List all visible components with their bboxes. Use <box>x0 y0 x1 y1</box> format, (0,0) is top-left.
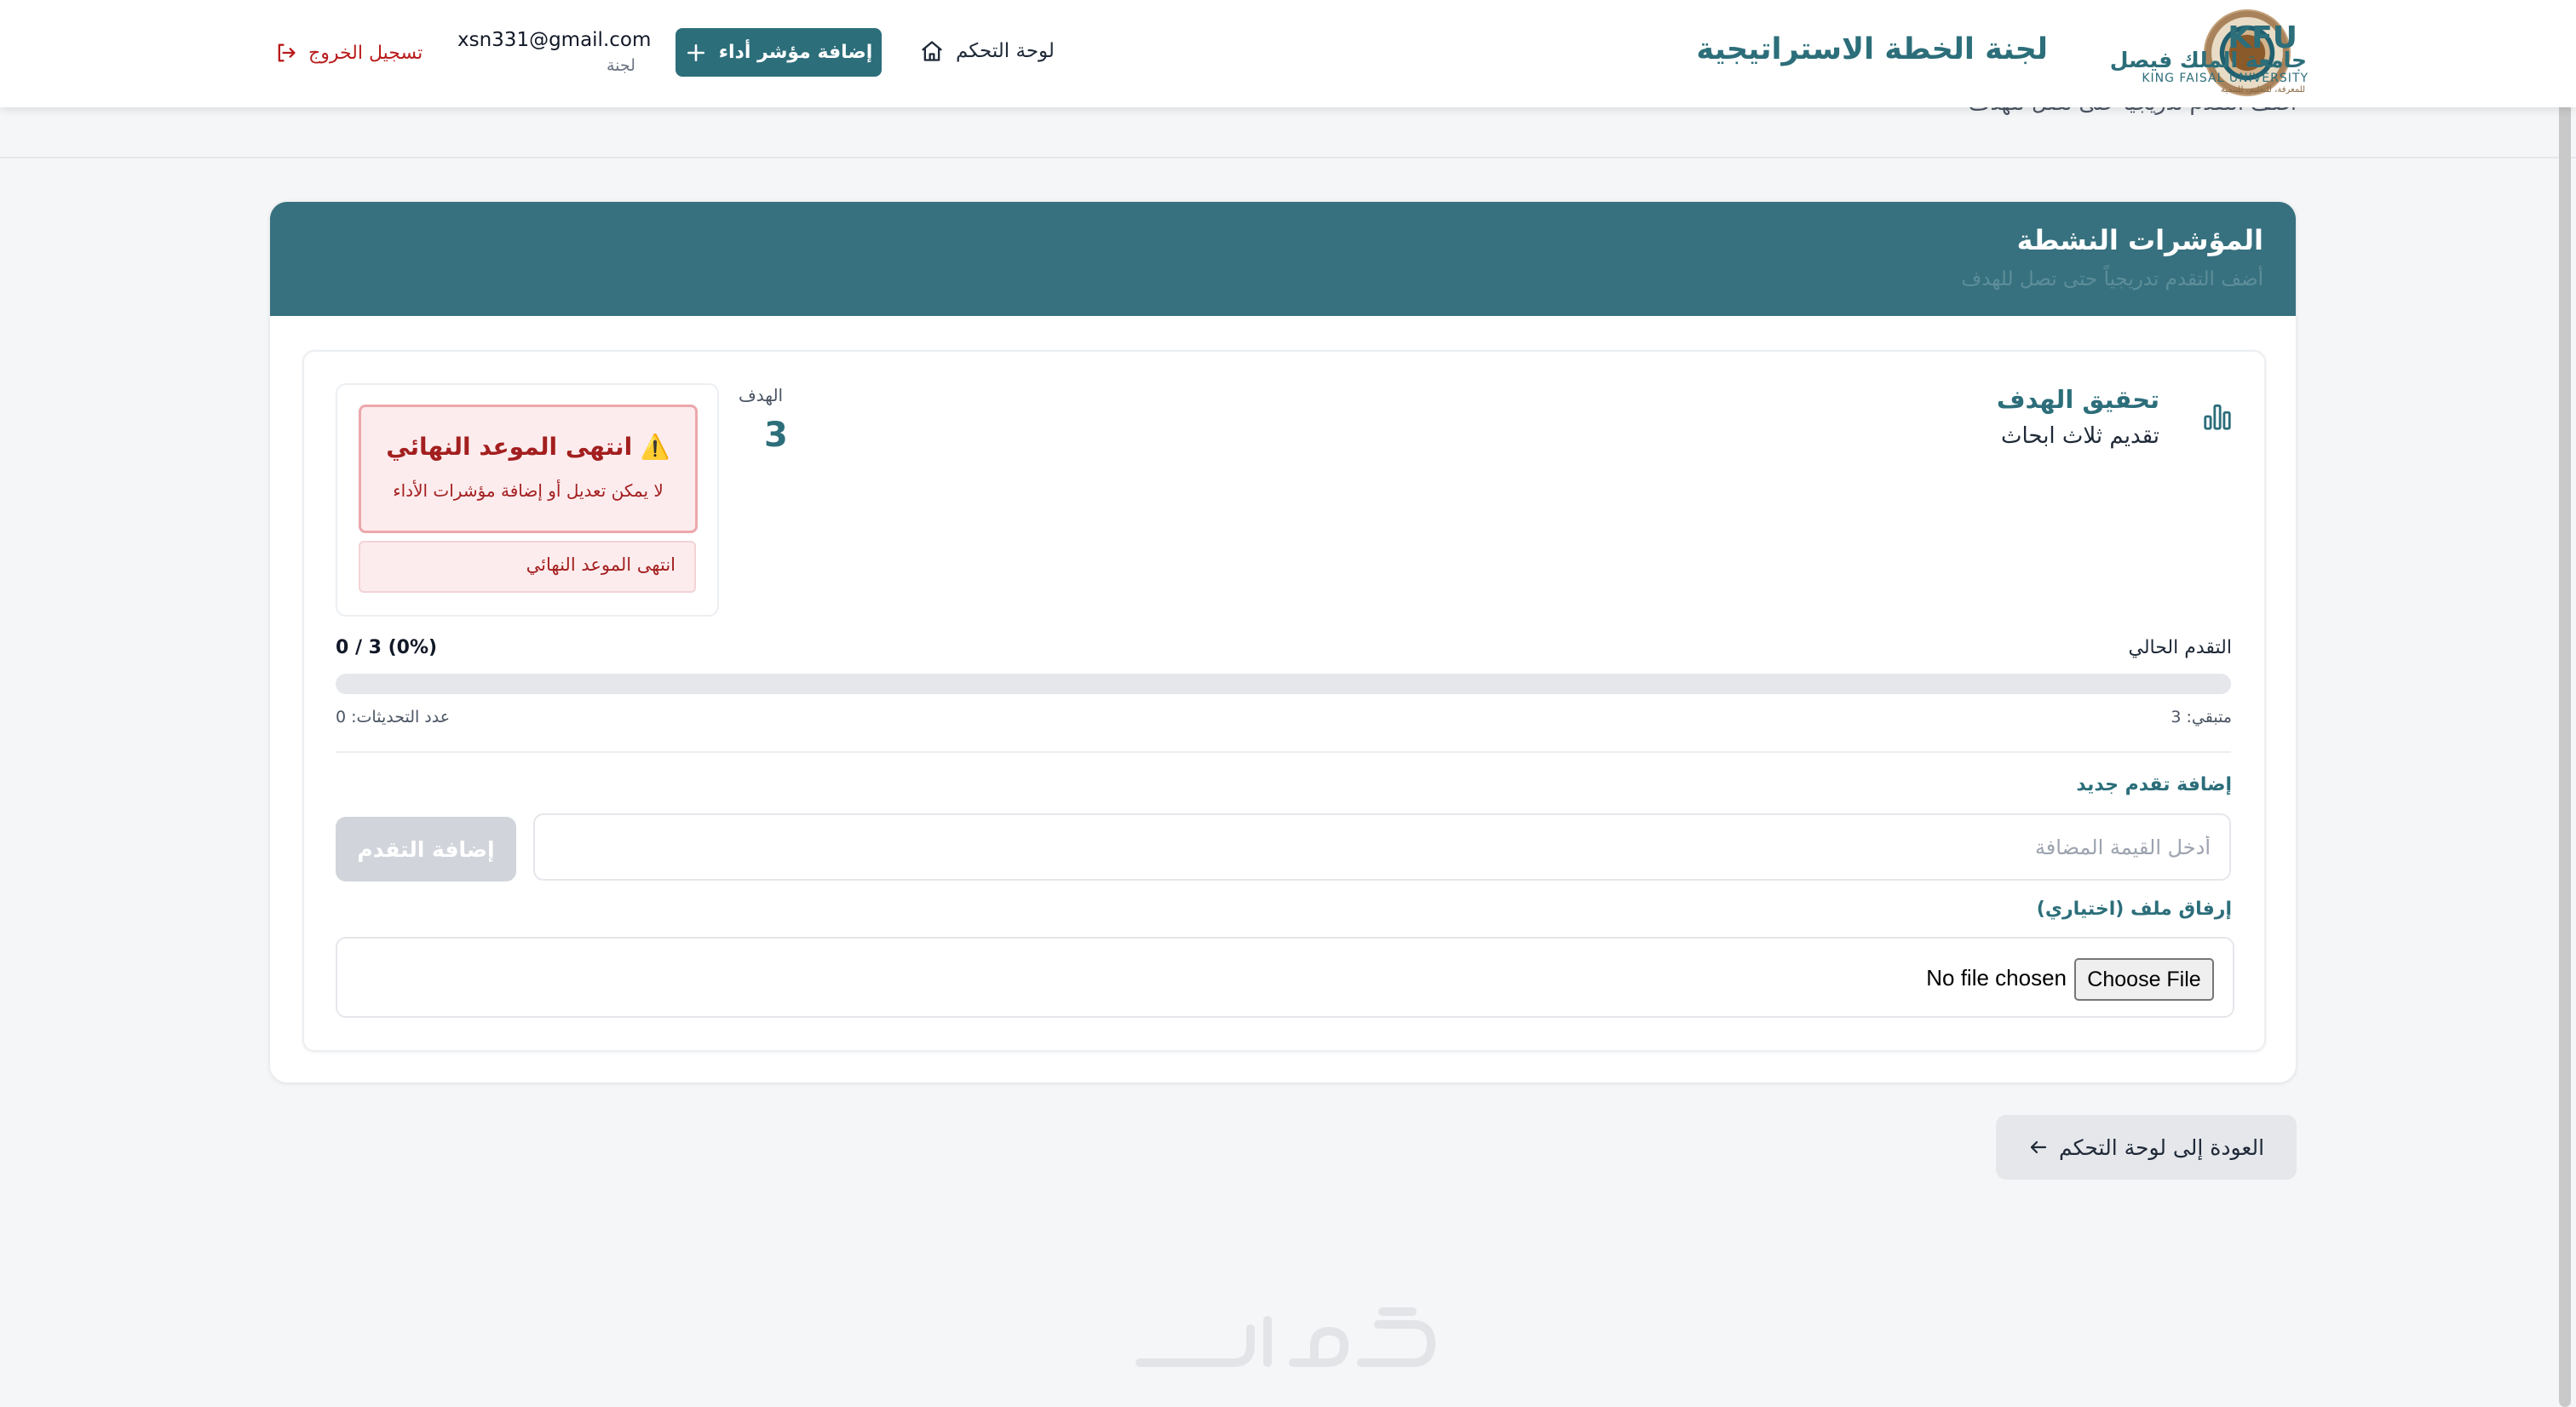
logout-label: تسجيل الخروج <box>308 42 423 64</box>
nav-dashboard-label: لوحة التحكم <box>956 40 1055 62</box>
bar-chart-icon <box>2204 404 2231 430</box>
progress-value-input[interactable] <box>533 813 2231 881</box>
updates-count: عدد التحديثات: 0 <box>336 708 451 726</box>
no-file-text: No file chosen <box>1926 965 2067 991</box>
plus-icon <box>687 43 704 61</box>
deadline-status-text: انتهى الموعد النهائي <box>526 554 676 575</box>
deadline-message: لا يمكن تعديل أو إضافة مؤشرات الأداء <box>393 480 664 501</box>
watermark-logo-icon <box>1136 1307 1435 1367</box>
target-label: الهدف <box>739 385 784 405</box>
deadline-title: ⚠️ انتهى الموعد النهائي <box>386 433 670 461</box>
target-value: 3 <box>764 416 788 455</box>
logo-tagline: للمعرفة، للتعليم، للتنمية <box>2220 85 2305 95</box>
section-divider <box>336 751 2231 753</box>
logout-icon <box>278 43 296 62</box>
card-subtitle: أضف التقدم تدريجياً حتى تصل للهدف <box>1961 268 2263 290</box>
progress-bar <box>336 674 2231 694</box>
add-progress-button[interactable]: إضافة التقدم <box>336 817 516 882</box>
deadline-status-badge: انتهى الموعد النهائي <box>359 541 696 593</box>
progress-label: التقدم الحالي <box>2128 637 2232 658</box>
progress-ratio: 0 / 3 (0%) <box>336 637 438 658</box>
choose-file-button[interactable]: Choose File <box>2074 958 2214 1001</box>
card-title: المؤشرات النشطة <box>2016 224 2263 256</box>
nav-dashboard-link[interactable]: لوحة التحكم <box>920 34 1055 68</box>
kpi-goal-title: تحقيق الهدف <box>1996 385 2159 414</box>
kpi-goal-description: تقديم ثلاث ابحاث <box>2001 423 2159 449</box>
file-input: Choose File No file chosen <box>336 937 2234 1018</box>
user-email: xsn331@gmail.com <box>457 29 652 51</box>
attach-file-label: إرفاق ملف (اختياري) <box>2036 899 2232 920</box>
logo-english: KING FAISAL UNIVERSITY <box>2142 72 2309 85</box>
app-title: لجنة الخطة الاستراتيجية <box>1696 32 2048 66</box>
back-to-dashboard-label: العودة إلى لوحة التحكم <box>2058 1134 2265 1160</box>
card-header: المؤشرات النشطة أضف التقدم تدريجياً حتى … <box>270 202 2296 316</box>
add-progress-label: إضافة تقدم جديد <box>2076 774 2232 795</box>
user-role: لجنة <box>607 56 635 75</box>
deadline-alert: ⚠️ انتهى الموعد النهائي لا يمكن تعديل أو… <box>359 405 698 533</box>
logo-arabic: جامعة الملك فيصل <box>2109 48 2307 72</box>
divider <box>0 157 2576 158</box>
arrow-left-icon <box>2030 1140 2047 1154</box>
page-scrollbar[interactable] <box>2559 94 2571 1407</box>
back-to-dashboard-button[interactable]: العودة إلى لوحة التحكم <box>1996 1115 2297 1180</box>
add-kpi-button[interactable]: إضافة مؤشر أداء <box>676 28 882 77</box>
remaining-count: متبقي: 3 <box>2171 708 2232 726</box>
home-icon <box>922 41 942 61</box>
add-kpi-label: إضافة مؤشر أداء <box>718 42 873 63</box>
logout-button[interactable]: تسجيل الخروج <box>274 37 423 68</box>
top-header: KFU جامعة الملك فيصل KING FAISAL UNIVERS… <box>0 0 2576 107</box>
